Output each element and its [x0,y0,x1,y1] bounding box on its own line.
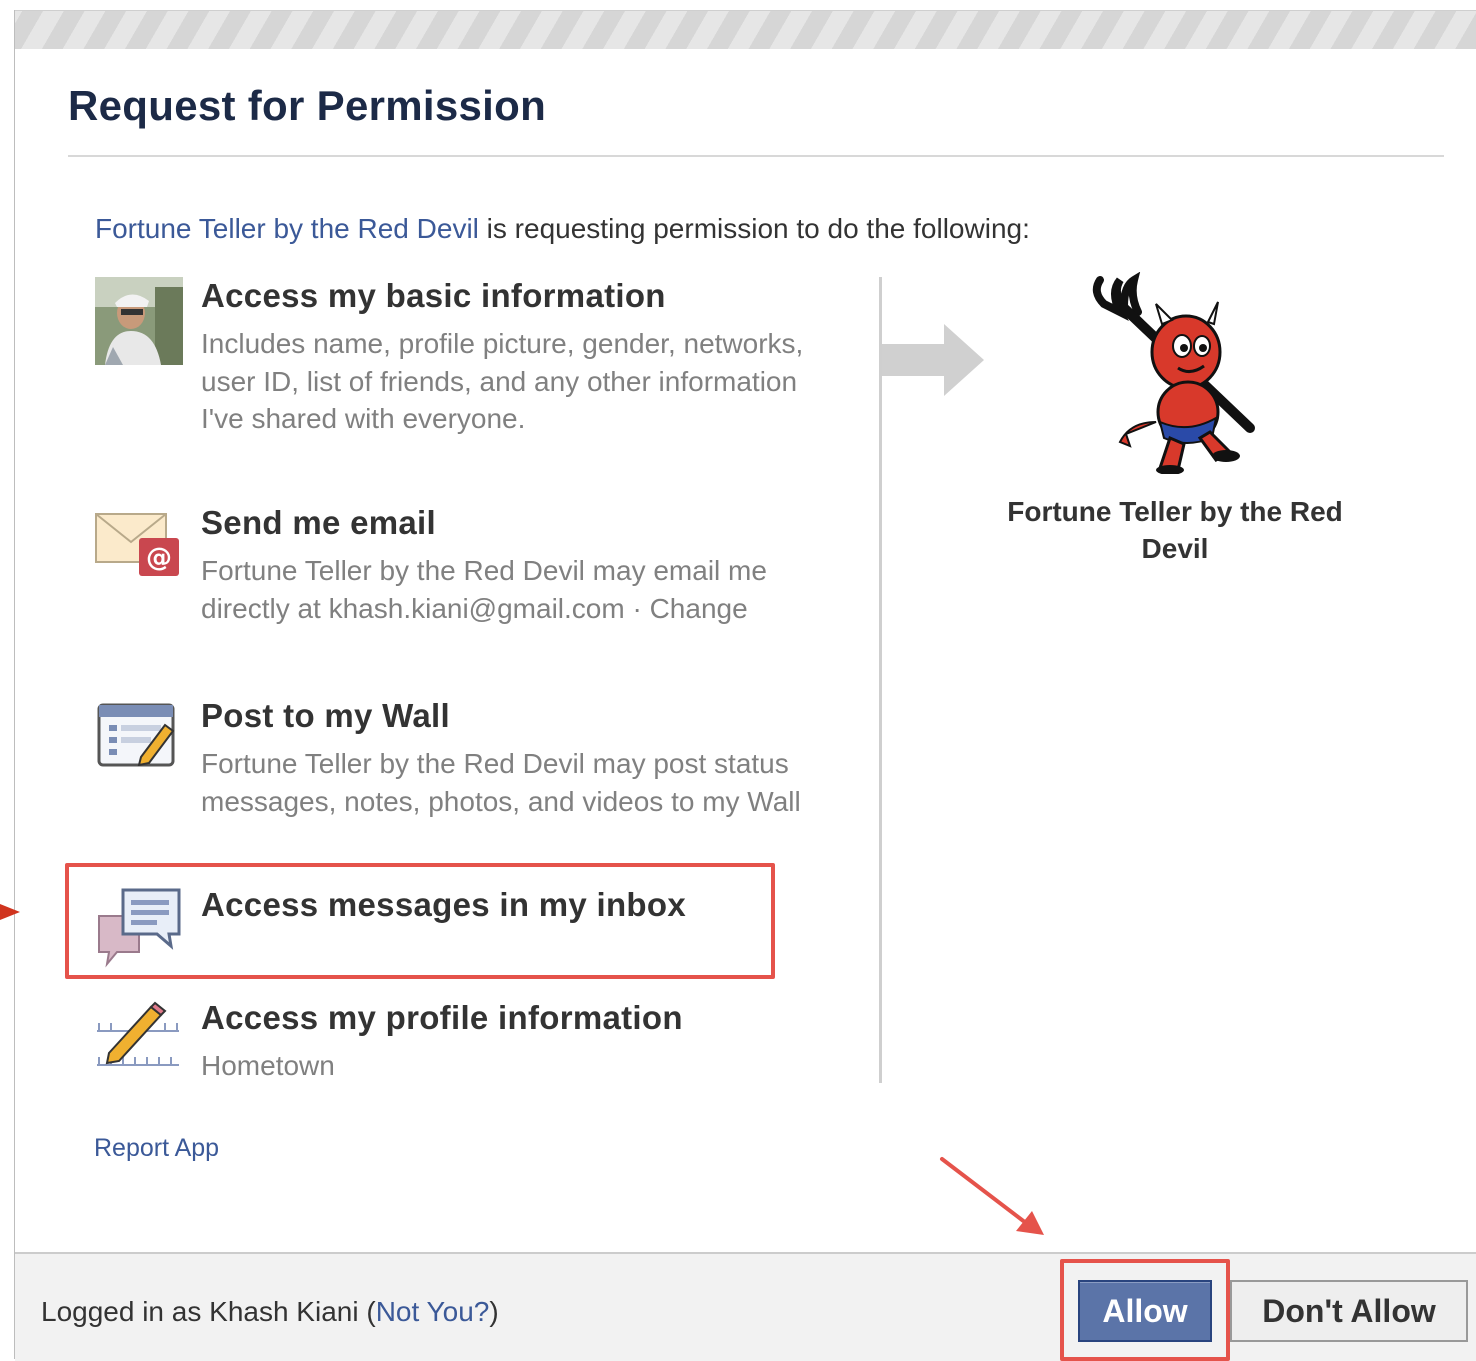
profile-edit-icon [97,1001,179,1066]
wall-post-icon [97,703,175,767]
dialog-border [14,10,15,1359]
svg-text:@: @ [146,543,172,573]
annotation-highlight-inbox [65,863,775,979]
change-email-link[interactable]: Change [650,593,748,624]
permission-profile-info: Access my profile information Hometown [95,999,835,1089]
permission-description: Fortune Teller by the Red Devil may post… [201,748,801,817]
permission-description: Fortune Teller by the Red Devil may emai… [201,552,841,627]
email-icon: @ [95,513,179,576]
permission-description: Hometown [201,1050,335,1081]
app-name: Fortune Teller by the Red Devil [1007,496,1343,564]
app-name-link[interactable]: Fortune Teller by the Red Devil [95,213,479,244]
profile-photo-icon [95,277,183,365]
permission-description: Includes name, profile picture, gender, … [201,328,804,434]
not-you-link[interactable]: Not You? [376,1296,490,1327]
permission-title: Access my profile information [201,999,683,1036]
permission-post-wall: Post to my Wall Fortune Teller by the Re… [95,697,835,867]
logged-in-prefix: Logged in as Khash Kiani ( [41,1296,376,1327]
permission-send-email: @ Send me email Fortune Teller by the Re… [95,504,835,674]
vertical-divider [879,277,882,1083]
report-app-link[interactable]: Report App [94,1134,219,1163]
allow-button[interactable]: Allow [1078,1280,1212,1342]
dont-allow-button[interactable]: Don't Allow [1230,1280,1468,1342]
permission-basic-info: Access my basic information Includes nam… [95,277,835,477]
logged-in-suffix: ) [489,1296,499,1327]
dialog-header-stripe [14,10,1476,49]
logged-in-status: Logged in as Khash Kiani (Not You?) [41,1296,499,1328]
red-devil-logo [1092,272,1255,474]
annotation-arrow-icon [0,904,20,920]
arrow-right-icon [882,324,984,396]
dialog-title: Request for Permission [68,82,547,129]
intro-text: Fortune Teller by the Red Devil is reque… [95,213,1030,245]
intro-suffix: is requesting permission to do the follo… [478,213,1030,244]
permission-title: Access my basic information [201,277,666,314]
permission-title: Send me email [201,504,436,541]
title-divider [68,155,1444,157]
annotation-arrow-icon [940,1157,1044,1235]
permission-title: Post to my Wall [201,697,450,734]
